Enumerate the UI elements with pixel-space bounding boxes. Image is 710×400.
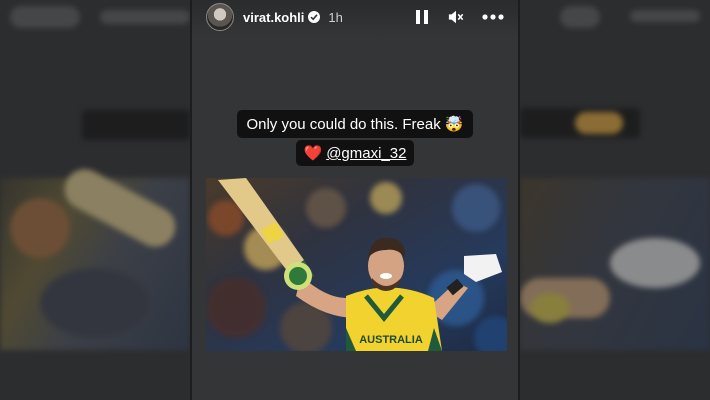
- next-story-photo: [520, 178, 710, 350]
- heart-emoji: ❤️: [303, 145, 323, 162]
- previous-story-header: [10, 6, 80, 28]
- story-photo: AUSTRALIA: [206, 178, 507, 351]
- post-time: 1h: [328, 9, 343, 25]
- verified-badge-icon: [308, 11, 321, 23]
- avatar[interactable]: [206, 3, 234, 31]
- username[interactable]: virat.kohli: [243, 10, 304, 25]
- caption-line-1: Only you could do this. Freak 🤯: [192, 110, 518, 138]
- previous-story-photo: [0, 162, 190, 350]
- more-options-icon[interactable]: [482, 9, 504, 25]
- cricketer-photo: AUSTRALIA: [206, 178, 507, 351]
- mention-sticker[interactable]: ❤️ @gmaxi_32: [295, 140, 415, 166]
- next-story-avatar: [560, 6, 600, 28]
- story-header: virat.kohli 1h: [206, 3, 504, 31]
- story-controls: [414, 9, 504, 25]
- next-story-username: [630, 10, 700, 22]
- story-viewer: virat.kohli 1h Only you could do this. F…: [192, 0, 518, 400]
- speaker-muted-icon[interactable]: [448, 9, 464, 25]
- jersey-text: AUSTRALIA: [359, 334, 423, 346]
- pause-icon[interactable]: [414, 9, 430, 25]
- next-story-preview[interactable]: [520, 0, 710, 400]
- previous-story-caption: [82, 110, 190, 140]
- caption-line-2: ❤️ @gmaxi_32: [192, 140, 518, 166]
- next-story-sticker: [575, 112, 623, 134]
- caption-text: Only you could do this. Freak 🤯: [237, 110, 473, 138]
- mention-link[interactable]: @gmaxi_32: [326, 145, 406, 162]
- previous-story-username: [100, 10, 190, 24]
- previous-story-preview[interactable]: [0, 0, 190, 400]
